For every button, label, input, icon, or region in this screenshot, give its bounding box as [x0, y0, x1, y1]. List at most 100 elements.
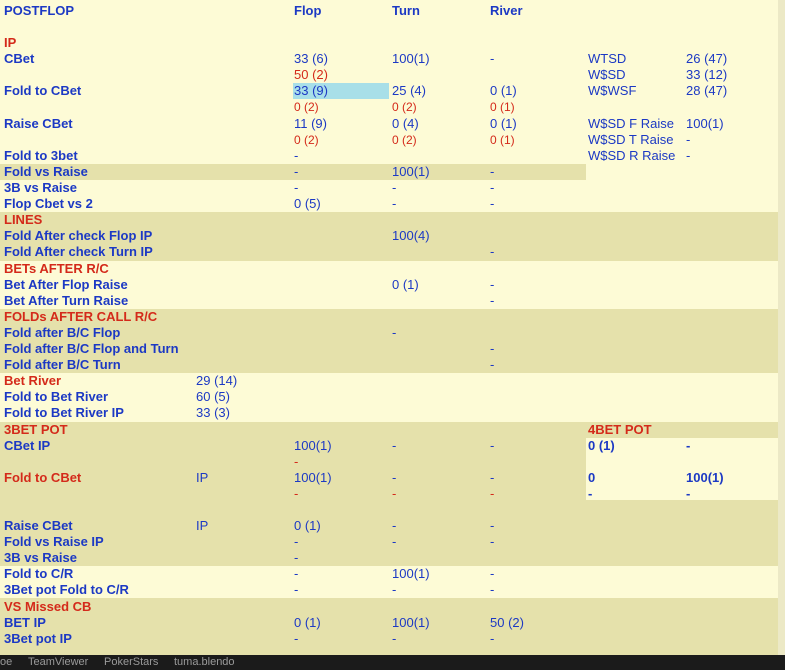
3bet-fold-to-cbet-turn[interactable]: -	[392, 470, 396, 486]
fold-to-cbet-flop[interactable]: 33 (9)	[294, 83, 328, 99]
3bet-raise-cbet-flop[interactable]: 0 (1)	[294, 518, 321, 534]
taskbar-item-teamviewer[interactable]: TeamViewer	[28, 655, 88, 670]
3bet-cbet-ip-river[interactable]: -	[490, 438, 494, 454]
3bet-fold-to-cbet-river[interactable]: -	[490, 470, 494, 486]
cbet-flop-red[interactable]: 50 (2)	[294, 67, 328, 83]
fold-to-cbet-label: Fold to CBet	[4, 83, 82, 98]
wsd-t-raise-value[interactable]: -	[686, 132, 690, 148]
fold-after-bc-turn-river[interactable]: -	[490, 357, 494, 373]
taskbar-item-pokerstars[interactable]: PokerStars	[104, 655, 158, 670]
fold-after-check-flop-turn[interactable]: 100(4)	[392, 228, 430, 244]
raise-cbet-turn[interactable]: 0 (4)	[392, 116, 419, 132]
fold-vs-raise-turn[interactable]: 100(1)	[392, 164, 430, 180]
flop-cbet-vs2-flop[interactable]: 0 (5)	[294, 196, 321, 212]
bet-after-flop-raise-turn[interactable]: 0 (1)	[392, 277, 419, 293]
3bet-fold-vs-raise-ip-label: Fold vs Raise IP	[4, 534, 104, 549]
raise-cbet-flop-red[interactable]: 0 (2)	[294, 132, 319, 148]
3b-vs-raise-turn[interactable]: -	[392, 180, 396, 196]
3bet-raise-cbet-river[interactable]: -	[490, 518, 494, 534]
3bet-fold-vs-raise-ip-river[interactable]: -	[490, 534, 494, 550]
3bet-raise-cbet-turn[interactable]: -	[392, 518, 396, 534]
fold-to-cbet-turn-red[interactable]: 0 (2)	[392, 99, 417, 115]
3bet-fold-to-cbet-river-red[interactable]: -	[490, 486, 494, 502]
fold-after-bc-flop-label: Fold after B/C Flop	[4, 325, 121, 340]
3bet-fold-to-cr-label: Fold to C/R	[4, 566, 74, 581]
fold-vs-raise-band	[0, 164, 586, 180]
fold-after-check-flop-label: Fold After check Flop IP	[4, 228, 153, 243]
taskbar-item-tuma[interactable]: tuma.blendo	[174, 655, 235, 670]
fold-to-bet-river-label: Fold to Bet River	[4, 389, 109, 404]
wwsf-value[interactable]: 28 (47)	[686, 83, 727, 99]
3bet-cbet-ip-turn[interactable]: -	[392, 438, 396, 454]
3bet-fold-to-cr-flop[interactable]: -	[294, 566, 298, 582]
raise-cbet-flop[interactable]: 11 (9)	[294, 116, 327, 132]
raise-cbet-turn-red[interactable]: 0 (2)	[392, 132, 417, 148]
fold-after-check-turn-river[interactable]: -	[490, 244, 494, 260]
4bet-r2-b[interactable]: 100(1)	[686, 470, 724, 486]
section-vs-missed-cb: VS Missed CB	[4, 599, 92, 614]
4bet-r1-b[interactable]: -	[686, 438, 690, 454]
taskbar-item[interactable]: oe	[0, 655, 12, 670]
fold-to-bet-river-value[interactable]: 60 (5)	[196, 389, 230, 405]
3bet-fold-vs-raise-ip-flop[interactable]: -	[294, 534, 298, 550]
3b-vs-raise-river[interactable]: -	[490, 180, 494, 196]
3bet-pot-ip-river[interactable]: -	[490, 631, 494, 647]
3bet-cbet-ip-flop-red[interactable]: -	[294, 454, 298, 470]
fold-to-bet-river-ip-value[interactable]: 33 (3)	[196, 405, 230, 421]
3bet-fold-to-cbet-flop[interactable]: 100(1)	[294, 470, 332, 486]
fold-to-cbet-turn[interactable]: 25 (4)	[392, 83, 426, 99]
cbet-flop[interactable]: 33 (6)	[294, 51, 328, 67]
4bet-r2-a[interactable]: 0	[588, 470, 595, 486]
cbet-turn[interactable]: 100(1)	[392, 51, 430, 67]
flop-cbet-vs2-river[interactable]: -	[490, 196, 494, 212]
fold-vs-raise-flop[interactable]: -	[294, 164, 298, 180]
fold-to-cbet-flop-red[interactable]: 0 (2)	[294, 99, 319, 115]
fold-to-cbet-river-red[interactable]: 0 (1)	[490, 99, 515, 115]
fold-after-bc-flop-turn[interactable]: -	[392, 325, 396, 341]
raise-cbet-river-red[interactable]: 0 (1)	[490, 132, 515, 148]
col-river-header: River	[490, 3, 523, 18]
3bet-pot-ip-turn[interactable]: -	[392, 631, 396, 647]
bet-river-label: Bet River	[4, 373, 62, 388]
wsd-r-raise-value[interactable]: -	[686, 148, 690, 164]
fold-after-bc-flop-turn-river[interactable]: -	[490, 341, 494, 357]
3b-vs-raise-flop[interactable]: -	[294, 180, 298, 196]
bet-river-value[interactable]: 29 (14)	[196, 373, 237, 389]
wsd-r-raise-label: W$SD R Raise	[588, 148, 676, 163]
threebet-raise-band	[0, 500, 778, 566]
fold-vs-raise-river[interactable]: -	[490, 164, 494, 180]
3bet-raise-cbet-pos: IP	[196, 518, 209, 533]
4bet-r3-b[interactable]: -	[686, 486, 690, 502]
fold-to-3bet-flop[interactable]: -	[294, 148, 298, 164]
wtsd-value[interactable]: 26 (47)	[686, 51, 727, 67]
wsd-f-raise-value[interactable]: 100(1)	[686, 116, 724, 132]
3bet-fold-vs-raise-ip-turn[interactable]: -	[392, 534, 396, 550]
wsd-t-raise-label: W$SD T Raise	[588, 132, 674, 147]
bet-after-turn-raise-river[interactable]: -	[490, 293, 494, 309]
4bet-r1-a[interactable]: 0 (1)	[588, 438, 615, 454]
3bet-fold-to-cbet-label: Fold to CBet	[4, 470, 82, 485]
3bet-fold-to-cr-river[interactable]: -	[490, 566, 494, 582]
cbet-river[interactable]: -	[490, 51, 494, 67]
3bet-pot-ip-flop[interactable]: -	[294, 631, 298, 647]
3bet-cbet-ip-flop[interactable]: 100(1)	[294, 438, 332, 454]
wsd-f-raise-label: W$SD F Raise	[588, 116, 674, 131]
flop-cbet-vs2-turn[interactable]: -	[392, 196, 396, 212]
4bet-r3-a[interactable]: -	[588, 486, 592, 502]
bet-ip-turn[interactable]: 100(1)	[392, 615, 430, 631]
raise-cbet-river[interactable]: 0 (1)	[490, 116, 517, 132]
scrollbar-edge[interactable]	[778, 0, 785, 655]
bet-after-flop-raise-label: Bet After Flop Raise	[4, 277, 128, 292]
bet-ip-flop[interactable]: 0 (1)	[294, 615, 321, 631]
fold-to-cbet-river[interactable]: 0 (1)	[490, 83, 517, 99]
bet-ip-river[interactable]: 50 (2)	[490, 615, 524, 631]
3bet-pot-fold-cr-flop[interactable]: -	[294, 582, 298, 598]
3bet-fold-to-cbet-turn-red[interactable]: -	[392, 486, 396, 502]
3bet-3b-vs-raise-flop[interactable]: -	[294, 550, 298, 566]
3bet-fold-to-cbet-flop-red[interactable]: -	[294, 486, 298, 502]
3bet-pot-fold-cr-river[interactable]: -	[490, 582, 494, 598]
bet-after-flop-raise-river[interactable]: -	[490, 277, 494, 293]
3bet-fold-to-cr-turn[interactable]: 100(1)	[392, 566, 430, 582]
3bet-pot-fold-cr-turn[interactable]: -	[392, 582, 396, 598]
wsd-value[interactable]: 33 (12)	[686, 67, 727, 83]
